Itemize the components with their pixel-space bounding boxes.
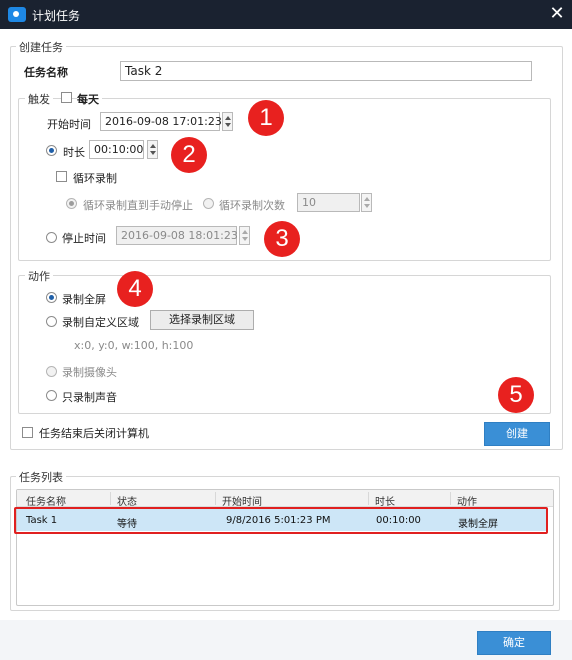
column-header-name[interactable]: 任务名称 — [26, 493, 66, 508]
loop-count-radio[interactable] — [203, 198, 214, 209]
annotation-badge-4: 4 — [117, 271, 153, 307]
confirm-button[interactable]: 确定 — [477, 631, 551, 655]
stop-time-input[interactable]: 2016-09-08 18:01:23 — [116, 226, 238, 245]
record-custom-radio[interactable] — [46, 316, 57, 327]
action-legend: 动作 — [25, 268, 53, 284]
region-text: x:0, y:0, w:100, h:100 — [74, 339, 194, 352]
start-time-spinner[interactable] — [222, 112, 233, 131]
task-list-legend: 任务列表 — [16, 469, 66, 485]
stop-time-radio[interactable] — [46, 232, 57, 243]
select-region-button[interactable]: 选择录制区域 — [150, 310, 254, 330]
create-button[interactable]: 创建 — [484, 422, 550, 446]
annotation-badge-1: 1 — [248, 100, 284, 136]
loop-record-checkbox[interactable] — [56, 171, 67, 182]
column-separator — [110, 492, 111, 505]
trigger-legend: 触发 — [25, 91, 53, 107]
loop-count-label: 循环录制次数 — [219, 199, 285, 212]
record-fullscreen-radio[interactable] — [46, 292, 57, 303]
task-name-label: 任务名称 — [24, 66, 68, 79]
title-bar: 计划任务 ✕ — [0, 0, 572, 29]
record-fullscreen-label: 录制全屏 — [62, 293, 106, 306]
daily-checkbox[interactable] — [61, 92, 72, 103]
annotation-badge-3: 3 — [264, 221, 300, 257]
shutdown-checkbox[interactable] — [22, 427, 33, 438]
start-time-input[interactable]: 2016-09-08 17:01:23 — [100, 112, 222, 131]
shutdown-label: 任务结束后关闭计算机 — [39, 427, 149, 440]
window-title: 计划任务 — [32, 9, 81, 23]
annotation-badge-5: 5 — [498, 377, 534, 413]
daily-label: 每天 — [77, 91, 102, 107]
record-audio-radio[interactable] — [46, 390, 57, 401]
loop-record-label: 循环录制 — [73, 172, 117, 185]
create-task-legend: 创建任务 — [16, 39, 66, 55]
record-camera-radio[interactable] — [46, 366, 57, 377]
column-header-start[interactable]: 开始时间 — [222, 493, 262, 508]
duration-radio[interactable] — [46, 145, 57, 156]
loop-until-stop-label: 循环录制直到手动停止 — [83, 199, 193, 212]
column-header-status[interactable]: 状态 — [117, 493, 137, 508]
column-header-action[interactable]: 动作 — [457, 493, 477, 508]
duration-input[interactable]: 00:10:00 — [89, 140, 144, 159]
task-table-header: 任务名称 状态 开始时间 时长 动作 — [17, 490, 553, 508]
record-camera-label: 录制摄像头 — [62, 366, 117, 379]
column-separator — [450, 492, 451, 505]
record-custom-label: 录制自定义区域 — [62, 316, 139, 329]
record-audio-label: 只录制声音 — [62, 391, 117, 404]
task-name-input[interactable]: Task 2 — [120, 61, 532, 81]
stop-time-spinner[interactable] — [239, 226, 250, 245]
column-separator — [368, 492, 369, 505]
row-highlight-box — [14, 507, 548, 534]
column-header-duration[interactable]: 时长 — [375, 493, 395, 508]
stop-time-label: 停止时间 — [62, 232, 106, 245]
loop-until-stop-radio[interactable] — [66, 198, 77, 209]
annotation-badge-2: 2 — [171, 137, 207, 173]
close-icon[interactable]: ✕ — [548, 4, 566, 24]
duration-label: 时长 — [63, 146, 85, 159]
start-time-label: 开始时间 — [47, 118, 91, 131]
app-icon — [8, 7, 26, 22]
loop-count-input[interactable]: 10 — [297, 193, 360, 212]
column-separator — [215, 492, 216, 505]
duration-spinner[interactable] — [147, 140, 158, 159]
loop-count-spinner[interactable] — [361, 193, 372, 212]
